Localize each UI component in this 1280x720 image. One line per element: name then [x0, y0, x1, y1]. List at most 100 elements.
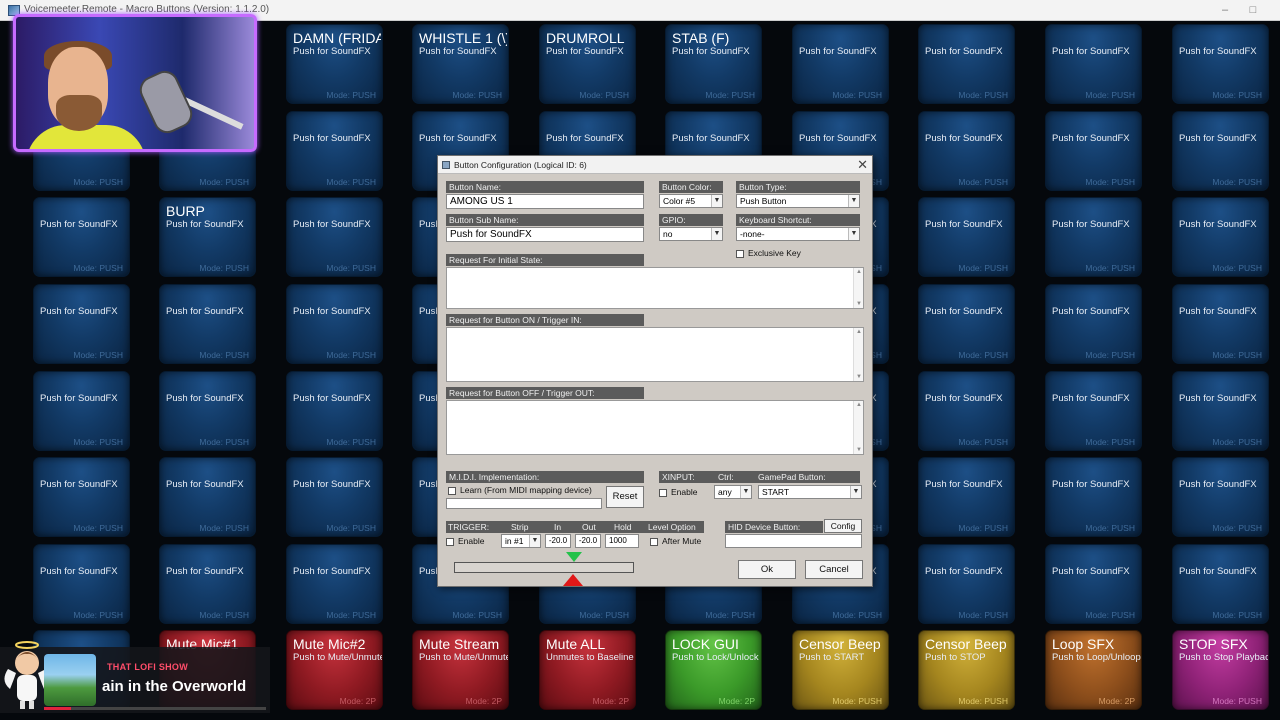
scroll-up-icon: ▲: [856, 269, 862, 275]
macro-button[interactable]: STAB (F) Push for SoundFX Mode: PUSH: [665, 24, 762, 104]
midi-mapping-field[interactable]: [446, 498, 602, 509]
button-type-select[interactable]: Push Button ▼: [736, 194, 860, 208]
checkbox-box: [650, 537, 658, 546]
macro-button-subname: Push for SoundFX: [799, 46, 877, 57]
hold-field[interactable]: 1000: [605, 534, 639, 548]
trigger-enable-checkbox[interactable]: Enable: [446, 536, 484, 546]
macro-button[interactable]: Push for SoundFX Mode: PUSH: [286, 544, 383, 624]
button-sub-name-field[interactable]: Push for SoundFX: [446, 227, 644, 242]
out-threshold-marker-icon[interactable]: [563, 574, 583, 586]
cancel-button[interactable]: Cancel: [805, 560, 863, 579]
macro-button[interactable]: Push for SoundFX Mode: PUSH: [33, 284, 130, 364]
macro-button[interactable]: BURP Push for SoundFX Mode: PUSH: [159, 197, 256, 277]
macro-button[interactable]: STOP SFX Push to Stop Playback Mode: PUSH: [1172, 630, 1269, 710]
macro-button[interactable]: Censor Beep Push to START Mode: PUSH: [792, 630, 889, 710]
hid-device-field[interactable]: [725, 534, 862, 548]
button-on-label: Request for Button ON / Trigger IN:: [446, 314, 644, 326]
macro-button[interactable]: Push for SoundFX Mode: PUSH: [1172, 284, 1269, 364]
macro-button[interactable]: Push for SoundFX Mode: PUSH: [1172, 197, 1269, 277]
trigger-level-meter[interactable]: [454, 562, 634, 573]
config-button[interactable]: Config: [824, 519, 862, 533]
macro-button[interactable]: Push for SoundFX Mode: PUSH: [1172, 457, 1269, 537]
macro-button[interactable]: Push for SoundFX Mode: PUSH: [918, 24, 1015, 104]
macro-button[interactable]: Push for SoundFX Mode: PUSH: [1045, 284, 1142, 364]
initial-state-textarea[interactable]: ▲ ▼: [446, 267, 864, 309]
macro-button[interactable]: Push for SoundFX Mode: PUSH: [1172, 111, 1269, 191]
macro-button[interactable]: Push for SoundFX Mode: PUSH: [286, 371, 383, 451]
macro-button[interactable]: Push for SoundFX Mode: PUSH: [918, 284, 1015, 364]
in-threshold-marker-icon[interactable]: [566, 552, 582, 562]
macro-button[interactable]: LOCK GUI Push to Lock/Unlock Mode: 2P: [665, 630, 762, 710]
macro-button[interactable]: WHISTLE 1 (\) Push for SoundFX Mode: PUSH: [412, 24, 509, 104]
button-name-field[interactable]: AMONG US 1: [446, 194, 644, 209]
webcam-overlay: [13, 14, 257, 152]
macro-button[interactable]: Push for SoundFX Mode: PUSH: [918, 371, 1015, 451]
gpio-select[interactable]: no ▼: [659, 227, 723, 241]
gamepad-select[interactable]: START ▼: [758, 485, 862, 499]
scrollbar[interactable]: ▲ ▼: [853, 328, 863, 381]
exclusive-key-checkbox[interactable]: Exclusive Key: [736, 248, 801, 258]
macro-button[interactable]: Push for SoundFX Mode: PUSH: [1172, 24, 1269, 104]
macro-button[interactable]: Push for SoundFX Mode: PUSH: [1045, 24, 1142, 104]
xinput-enable-checkbox[interactable]: Enable: [659, 487, 697, 497]
ctrl-select[interactable]: any ▼: [714, 485, 752, 499]
macro-button[interactable]: Push for SoundFX Mode: PUSH: [159, 457, 256, 537]
midi-learn-checkbox[interactable]: Learn (From MIDI mapping device): [448, 485, 592, 495]
macro-button[interactable]: Push for SoundFX Mode: PUSH: [286, 284, 383, 364]
macro-button[interactable]: Push for SoundFX Mode: PUSH: [286, 111, 383, 191]
after-mute-checkbox[interactable]: After Mute: [650, 536, 701, 546]
out-level-field[interactable]: -20.0: [575, 534, 601, 548]
macro-button[interactable]: Push for SoundFX Mode: PUSH: [159, 284, 256, 364]
macro-button[interactable]: Push for SoundFX Mode: PUSH: [918, 111, 1015, 191]
macro-button[interactable]: Push for SoundFX Mode: PUSH: [286, 457, 383, 537]
macro-button[interactable]: Push for SoundFX Mode: PUSH: [918, 544, 1015, 624]
macro-button[interactable]: Mute Mic#2 Push to Mute/Unmute Mode: 2P: [286, 630, 383, 710]
macro-button-mode: Mode: PUSH: [958, 437, 1008, 447]
macro-button[interactable]: Push for SoundFX Mode: PUSH: [286, 197, 383, 277]
macro-button[interactable]: Push for SoundFX Mode: PUSH: [1172, 371, 1269, 451]
macro-button-subname: Push for SoundFX: [672, 133, 750, 144]
macro-button[interactable]: Push for SoundFX Mode: PUSH: [1172, 544, 1269, 624]
macro-button[interactable]: Push for SoundFX Mode: PUSH: [159, 544, 256, 624]
maximize-button[interactable]: □: [1238, 2, 1268, 18]
macro-button-mode: Mode: PUSH: [1212, 523, 1262, 533]
scrollbar[interactable]: ▲ ▼: [853, 268, 863, 308]
macro-button[interactable]: Push for SoundFX Mode: PUSH: [159, 371, 256, 451]
macro-button[interactable]: Push for SoundFX Mode: PUSH: [1045, 371, 1142, 451]
macro-button[interactable]: Push for SoundFX Mode: PUSH: [1045, 544, 1142, 624]
scroll-down-icon: ▼: [856, 301, 862, 307]
macro-button[interactable]: Push for SoundFX Mode: PUSH: [33, 197, 130, 277]
macro-button[interactable]: Push for SoundFX Mode: PUSH: [33, 544, 130, 624]
macro-button[interactable]: DAMN (FRIDAY)Push for SoundFX Mode: PUSH: [286, 24, 383, 104]
macro-button[interactable]: DRUMROLL Push for SoundFX Mode: PUSH: [539, 24, 636, 104]
macro-button[interactable]: Censor Beep Push to STOP Mode: PUSH: [918, 630, 1015, 710]
macro-button[interactable]: Push for SoundFX Mode: PUSH: [792, 24, 889, 104]
strip-select[interactable]: in #1 ▼: [501, 534, 541, 548]
macro-button[interactable]: Loop SFX Push to Loop/Unloop Mode: 2P: [1045, 630, 1142, 710]
macro-button[interactable]: Push for SoundFX Mode: PUSH: [1045, 457, 1142, 537]
button-color-label: Button Color:: [659, 181, 723, 193]
chevron-down-icon: ▼: [711, 228, 722, 240]
close-icon[interactable]: ✕: [857, 157, 868, 173]
minimize-button[interactable]: –: [1210, 2, 1240, 18]
button-off-textarea[interactable]: ▲ ▼: [446, 400, 864, 455]
ok-button[interactable]: Ok: [738, 560, 796, 579]
macro-button[interactable]: Push for SoundFX Mode: PUSH: [1045, 197, 1142, 277]
reset-button[interactable]: Reset: [606, 486, 644, 508]
scrollbar[interactable]: ▲ ▼: [853, 401, 863, 454]
macro-button-subname: Push to START: [799, 652, 865, 663]
macro-button[interactable]: Mute Stream Push to Mute/Unmute Mode: 2P: [412, 630, 509, 710]
macro-button[interactable]: Mute ALL Unmutes to Baseline Mode: 2P: [539, 630, 636, 710]
chevron-down-icon: ▼: [529, 535, 540, 547]
in-level-field[interactable]: -20.0: [545, 534, 571, 548]
keyboard-shortcut-select[interactable]: -none- ▼: [736, 227, 860, 241]
button-color-select[interactable]: Color #5 ▼: [659, 194, 723, 208]
macro-button-subname: Push for SoundFX: [166, 219, 244, 230]
macro-button-mode: Mode: PUSH: [1085, 177, 1135, 187]
macro-button[interactable]: Push for SoundFX Mode: PUSH: [918, 457, 1015, 537]
macro-button[interactable]: Push for SoundFX Mode: PUSH: [33, 457, 130, 537]
macro-button[interactable]: Push for SoundFX Mode: PUSH: [1045, 111, 1142, 191]
macro-button[interactable]: Push for SoundFX Mode: PUSH: [33, 371, 130, 451]
button-on-textarea[interactable]: ▲ ▼: [446, 327, 864, 382]
macro-button[interactable]: Push for SoundFX Mode: PUSH: [918, 197, 1015, 277]
